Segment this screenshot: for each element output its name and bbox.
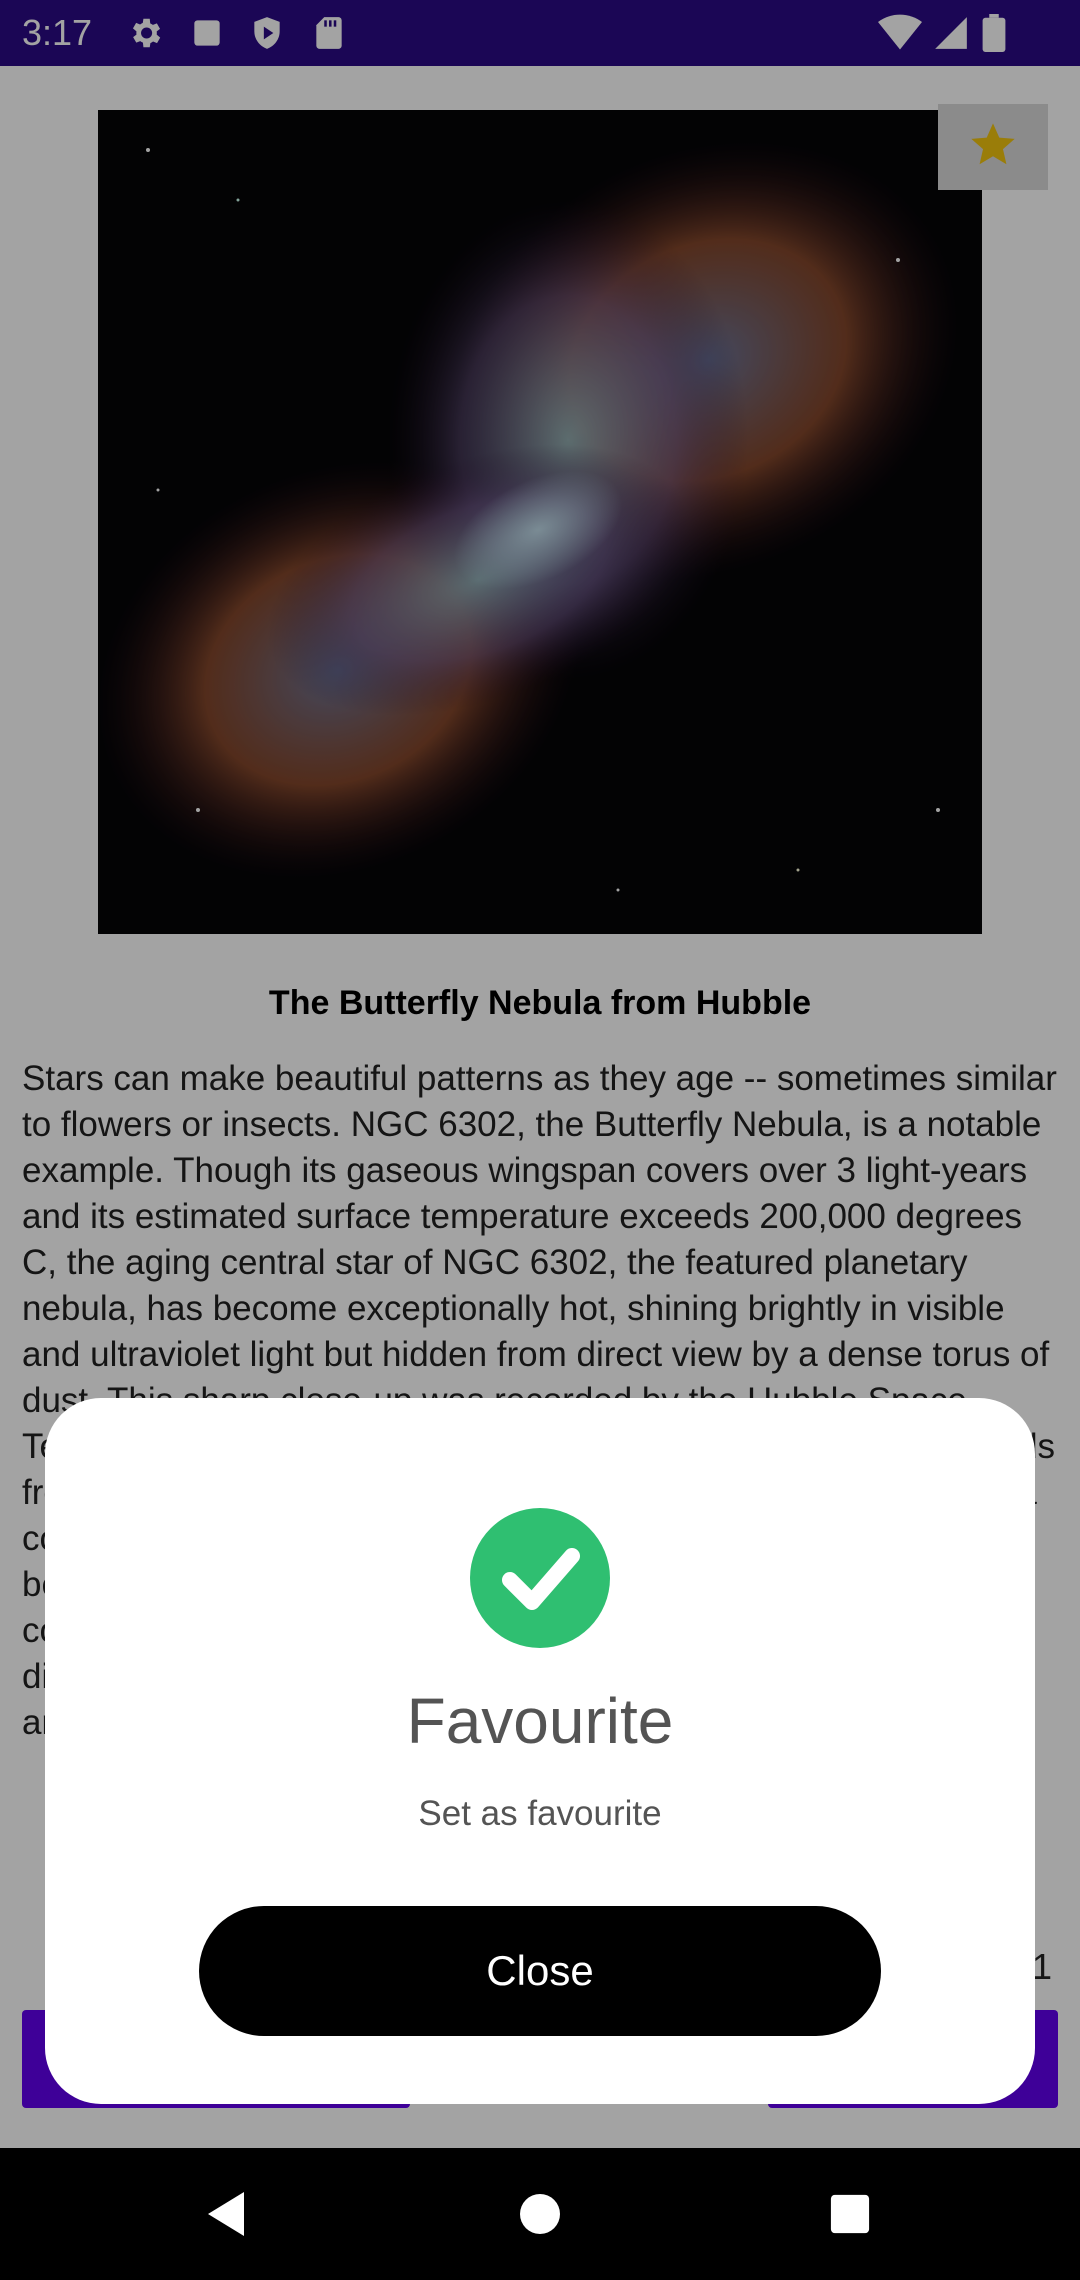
dialog-title: Favourite: [406, 1685, 674, 1757]
close-button[interactable]: Close: [199, 1906, 881, 2036]
navigation-bar: [0, 2148, 1080, 2280]
home-icon[interactable]: [512, 2186, 568, 2242]
recents-icon[interactable]: [822, 2186, 878, 2242]
check-circle-icon: [470, 1508, 610, 1648]
favourite-dialog: Favourite Set as favourite Close: [45, 1398, 1035, 2104]
dialog-message: Set as favourite: [418, 1794, 662, 1833]
back-icon[interactable]: [198, 2186, 254, 2242]
